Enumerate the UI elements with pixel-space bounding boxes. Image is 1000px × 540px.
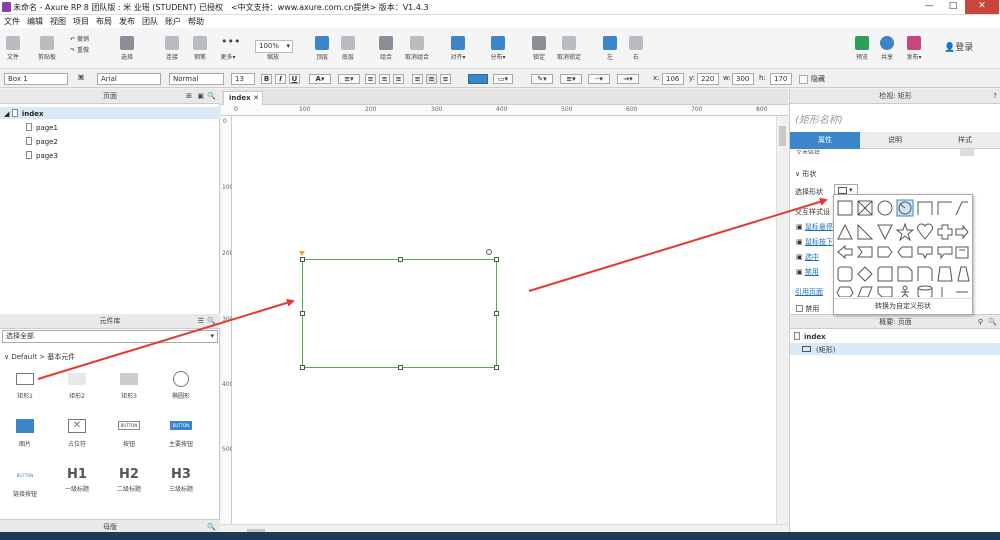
os-taskbar — [0, 532, 1000, 540]
axure-window: 未命名 - Axure RP 8 团队版 : 米 业瑶 (STUDENT) 已授… — [0, 0, 1000, 540]
annotation-arrows — [37, 197, 828, 380]
arrow-canvas-to-shape-picker — [528, 197, 828, 292]
arrow-library-to-canvas — [37, 298, 295, 380]
